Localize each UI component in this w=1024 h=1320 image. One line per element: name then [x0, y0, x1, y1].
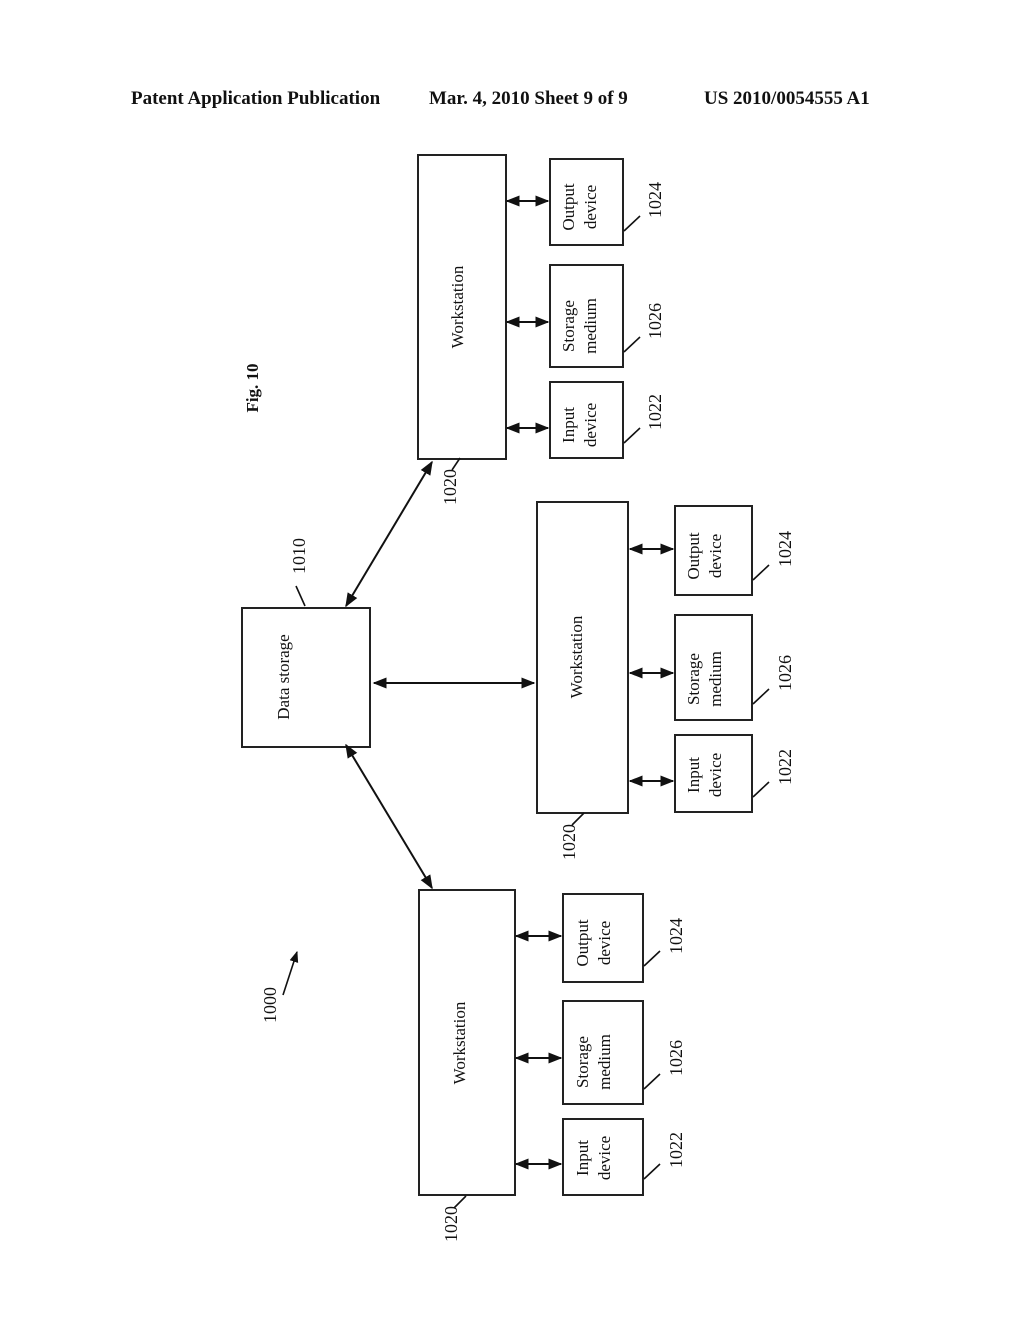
workstation-leader — [571, 812, 585, 826]
input-device-ref: 1022 — [775, 749, 795, 785]
output-device-ref: 1024 — [645, 182, 665, 218]
output-device-leader — [643, 950, 661, 967]
workstation-label: Workstation — [450, 1001, 469, 1084]
workstation-ref: 1020 — [441, 1206, 461, 1242]
data-storage-box — [241, 607, 371, 748]
input-device-leader — [643, 1163, 661, 1180]
workstation-top: Workstation 1020 Output device 1024 Stor… — [417, 154, 665, 505]
storage-medium-label-1: Storage — [559, 300, 578, 352]
workstation-ref: 1020 — [559, 824, 579, 860]
system-ref-arrow — [282, 950, 299, 996]
storage-medium-label-2: medium — [581, 298, 600, 354]
storage-medium-label-2: medium — [706, 651, 725, 707]
input-device-label-2: device — [706, 753, 725, 797]
storage-medium-ref: 1026 — [775, 655, 795, 691]
output-device-label-1: Output — [573, 919, 592, 967]
storage-medium-leader — [643, 1073, 661, 1090]
output-device-label-2: device — [595, 921, 614, 965]
output-device-leader — [752, 564, 770, 581]
storage-medium-label-1: Storage — [684, 653, 703, 705]
data-storage-label: Data storage — [274, 634, 293, 719]
input-device-label-1: Input — [684, 757, 703, 793]
input-device-label-2: device — [581, 403, 600, 447]
storage-medium-leader — [752, 688, 770, 705]
storage-medium-label-1: Storage — [573, 1036, 592, 1088]
workstation-label: Workstation — [567, 615, 586, 698]
storage-medium-label-2: medium — [595, 1034, 614, 1090]
output-device-label-2: device — [706, 534, 725, 578]
system-diagram: Fig. 10 1000 Data storage 1010 Workstati… — [241, 154, 795, 1242]
storage-medium-ref: 1026 — [666, 1040, 686, 1076]
output-device-ref: 1024 — [775, 531, 795, 567]
storage-medium-ref: 1026 — [645, 303, 665, 339]
figure-title: Fig. 10 — [243, 363, 262, 412]
connector-storage-ws-bottom — [345, 743, 433, 890]
data-storage-node: Data storage 1010 — [241, 538, 371, 748]
input-device-leader — [752, 781, 770, 798]
output-device-leader — [623, 215, 641, 232]
input-device-ref: 1022 — [666, 1132, 686, 1168]
output-device-ref: 1024 — [666, 918, 686, 954]
connector-storage-ws-top — [345, 460, 433, 608]
workstation-middle: Workstation 1020 Output device 1024 Stor… — [536, 501, 795, 860]
workstation-ref: 1020 — [440, 469, 460, 505]
storage-medium-leader — [623, 336, 641, 353]
input-device-label-2: device — [595, 1136, 614, 1180]
data-storage-leader — [295, 585, 306, 607]
system-ref-label: 1000 — [260, 987, 280, 1023]
output-device-label-1: Output — [684, 532, 703, 580]
output-device-label-1: Output — [559, 183, 578, 231]
output-device-label-2: device — [581, 185, 600, 229]
input-device-ref: 1022 — [645, 394, 665, 430]
input-device-label-1: Input — [573, 1140, 592, 1176]
input-device-leader — [623, 427, 641, 444]
input-device-label-1: Input — [559, 407, 578, 443]
workstation-bottom: Workstation 1020 Output device 1024 Stor… — [418, 889, 686, 1242]
data-storage-ref: 1010 — [289, 538, 309, 574]
workstation-label: Workstation — [448, 265, 467, 348]
